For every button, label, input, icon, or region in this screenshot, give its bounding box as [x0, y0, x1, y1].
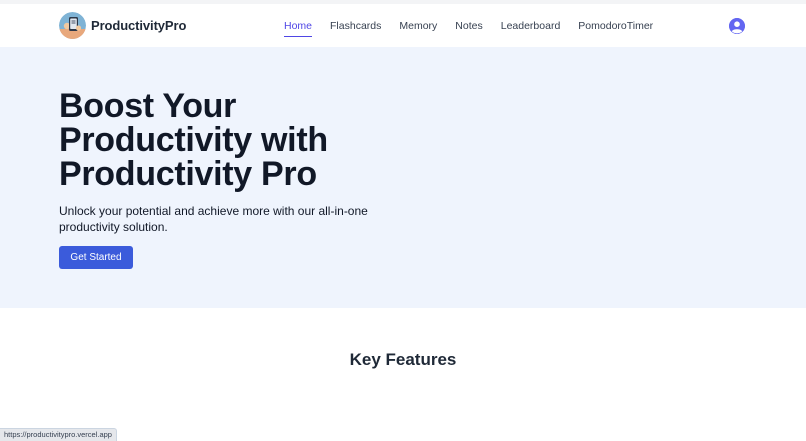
hero-subtitle: Unlock your potential and achieve more w…: [59, 204, 368, 234]
hero-section: Boost Your Productivity with Productivit…: [0, 47, 806, 308]
nav-link-memory[interactable]: Memory: [399, 18, 437, 34]
nav-link-pomodoro-timer[interactable]: PomodoroTimer: [578, 18, 653, 34]
user-avatar-icon[interactable]: [729, 18, 745, 34]
status-bar-url: https://productivitypro.vercel.app: [0, 428, 117, 441]
nav-link-flashcards[interactable]: Flashcards: [330, 18, 381, 34]
navbar: ProductivityPro Home Flashcards Memory N…: [0, 4, 806, 47]
brand-link[interactable]: ProductivityPro: [59, 11, 186, 39]
nav-link-leaderboard[interactable]: Leaderboard: [501, 18, 561, 34]
nav-link-notes[interactable]: Notes: [455, 18, 482, 34]
brand-logo-icon: [59, 11, 86, 39]
get-started-button[interactable]: Get Started: [59, 246, 133, 269]
nav-link-home[interactable]: Home: [284, 18, 313, 37]
main-nav: Home Flashcards Memory Notes Leaderboard…: [284, 16, 671, 37]
features-heading: Key Features: [349, 350, 457, 369]
brand-name: ProductivityPro: [91, 17, 187, 33]
hero-title: Boost Your Productivity with Productivit…: [59, 87, 328, 193]
